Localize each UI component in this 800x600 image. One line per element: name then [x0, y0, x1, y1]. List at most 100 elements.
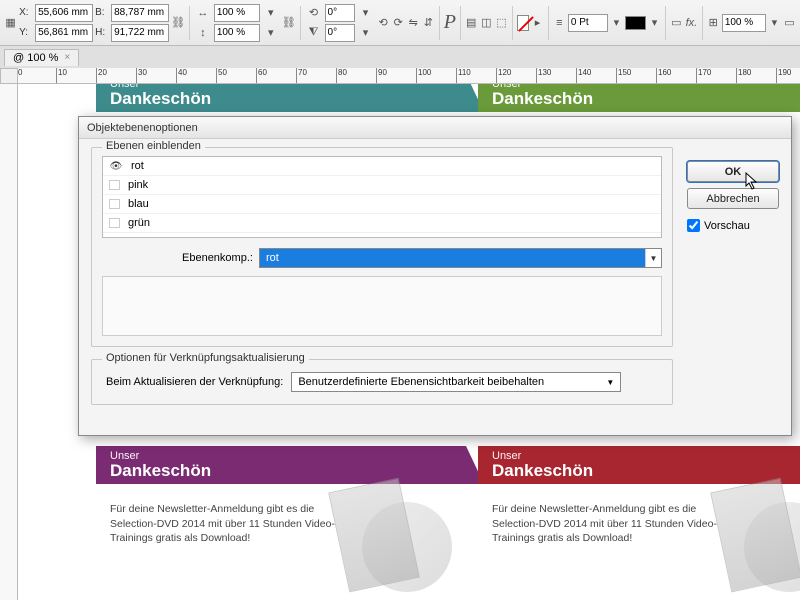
card-line2: Dankeschön: [492, 462, 800, 481]
preview-checkbox-row[interactable]: Vorschau: [687, 219, 779, 232]
ruler-tick: 140: [576, 68, 591, 84]
layer-row[interactable]: pink: [103, 176, 661, 195]
zoom-label: @ 100 %: [13, 52, 58, 64]
layer-row[interactable]: blau: [103, 195, 661, 214]
scale-x-field[interactable]: [214, 4, 260, 22]
update-link-label: Beim Aktualisieren der Verknüpfung:: [106, 376, 283, 388]
layer-comp-description: [102, 276, 662, 336]
arrange-icon[interactable]: ▤: [465, 14, 478, 32]
layer-row[interactable]: rot: [103, 157, 661, 176]
card-body-text: Für deine Newsletter-Anmeldung gibt es d…: [492, 502, 732, 592]
card-line2: Dankeschön: [110, 90, 456, 109]
shear-field[interactable]: [325, 24, 355, 42]
reference-point-icon[interactable]: ▦: [4, 14, 17, 32]
show-layers-legend: Ebenen einblenden: [102, 140, 205, 152]
document-tab[interactable]: @ 100 % ×: [4, 49, 79, 66]
paragraph-style-icon[interactable]: P: [444, 11, 456, 34]
card-body-text: Für deine Newsletter-Anmeldung gibt es d…: [110, 502, 350, 592]
scale-y-field[interactable]: [214, 24, 260, 42]
layer-row[interactable]: grün: [103, 214, 661, 233]
document-tab-bar: @ 100 % ×: [0, 46, 800, 68]
stepper-icon[interactable]: ▾: [357, 4, 375, 22]
update-link-combo[interactable]: Benutzerdefinierte Ebenensichtbarkeit be…: [291, 372, 621, 392]
close-icon[interactable]: ×: [64, 52, 70, 63]
card-line2: Dankeschön: [492, 90, 800, 109]
ruler-tick: 10: [56, 68, 67, 84]
h-field[interactable]: [111, 24, 169, 42]
visibility-off-icon[interactable]: [109, 218, 120, 228]
layer-comp-combo[interactable]: rot ▼: [259, 248, 662, 268]
x-field[interactable]: [35, 4, 93, 22]
layer-name: rot: [131, 160, 144, 172]
ruler-tick: 110: [456, 68, 471, 84]
ruler-tick: 0: [18, 68, 22, 84]
link-wh-icon[interactable]: ⛓: [171, 14, 185, 32]
horizontal-ruler[interactable]: 0102030405060708090100110120130140150160…: [18, 68, 800, 84]
fill-none-icon[interactable]: [517, 15, 529, 31]
ruler-tick: 170: [696, 68, 711, 84]
select-container-icon[interactable]: ◫: [480, 14, 493, 32]
show-layers-group: Ebenen einblenden rotpinkblaugrün Ebenen…: [91, 147, 673, 347]
ruler-tick: 60: [256, 68, 267, 84]
stroke-pt-field[interactable]: [568, 14, 608, 32]
effects-icon[interactable]: ▭: [670, 14, 683, 32]
ruler-origin[interactable]: [0, 68, 18, 84]
dropdown-icon[interactable]: ▾: [648, 14, 661, 32]
ruler-tick: 90: [376, 68, 387, 84]
preview-checkbox[interactable]: [687, 219, 700, 232]
stroke-style-swatch[interactable]: [625, 16, 646, 30]
ok-button[interactable]: OK: [687, 161, 779, 182]
dvd-image-placeholder: [744, 502, 800, 592]
card-line1: Unser: [492, 450, 800, 462]
ruler-tick: 80: [336, 68, 347, 84]
update-link-group: Optionen für Verknüpfungsaktualisierung …: [91, 359, 673, 405]
text-wrap-icon[interactable]: ▭: [783, 14, 796, 32]
shear-icon: ⧨: [305, 24, 323, 42]
update-link-legend: Optionen für Verknüpfungsaktualisierung: [102, 352, 309, 364]
scale-x-icon: ↔: [194, 4, 212, 22]
ruler-tick: 50: [216, 68, 227, 84]
fit-icon[interactable]: ⊞: [707, 14, 720, 32]
select-content-icon[interactable]: ⬚: [495, 14, 508, 32]
y-field[interactable]: [35, 24, 93, 42]
ruler-tick: 160: [656, 68, 671, 84]
ruler-tick: 130: [536, 68, 551, 84]
rotation-field[interactable]: [325, 4, 355, 22]
end-pct-field[interactable]: [722, 14, 766, 32]
visibility-on-icon[interactable]: [109, 160, 123, 172]
flip-v-icon[interactable]: ⇵: [422, 14, 435, 32]
control-toolbar: ▦ X: Y: B: H: ⛓ ↔▾ ↕▾ ⛓ ⟲▾ ⧨▾ ⟲ ⟳ ⇋ ⇵ P …: [0, 0, 800, 46]
link-scale-icon[interactable]: ⛓: [282, 14, 296, 32]
scale-y-icon: ↕: [194, 24, 212, 42]
flip-h-icon[interactable]: ⇋: [407, 14, 420, 32]
stepper-icon[interactable]: ▾: [357, 24, 375, 42]
cancel-button[interactable]: Abbrechen: [687, 188, 779, 209]
ruler-tick: 120: [496, 68, 511, 84]
rotate-ccw-icon[interactable]: ⟲: [377, 14, 390, 32]
stepper-icon[interactable]: ▾: [262, 24, 280, 42]
rotate-icon: ⟲: [305, 4, 323, 22]
stepper-icon[interactable]: ▾: [610, 14, 623, 32]
card-line1: Unser: [492, 84, 800, 90]
stepper-icon[interactable]: ▾: [768, 14, 781, 32]
stroke-weight-icon: ≡: [553, 14, 566, 32]
visibility-off-icon[interactable]: [109, 199, 120, 209]
rotate-cw-icon[interactable]: ⟳: [392, 14, 405, 32]
layer-list[interactable]: rot pink blau grün: [102, 156, 662, 238]
layer-comp-value: rot: [260, 249, 645, 267]
visibility-off-icon[interactable]: [109, 180, 120, 190]
chevron-down-icon[interactable]: ▼: [606, 378, 614, 387]
chevron-down-icon[interactable]: ▼: [645, 249, 661, 267]
card-line2: Dankeschön: [110, 462, 456, 481]
fx-icon[interactable]: fx.: [685, 14, 698, 32]
vertical-ruler[interactable]: [0, 84, 18, 600]
layer-name: blau: [128, 198, 149, 210]
ruler-tick: 100: [416, 68, 431, 84]
layer-comp-label: Ebenenkomp.:: [182, 252, 253, 264]
ruler-tick: 190: [776, 68, 791, 84]
stepper-icon[interactable]: ▾: [262, 4, 280, 22]
dvd-image-placeholder: [362, 502, 452, 592]
w-field[interactable]: [111, 4, 169, 22]
preview-label: Vorschau: [704, 220, 750, 232]
layer-name: pink: [128, 179, 148, 191]
